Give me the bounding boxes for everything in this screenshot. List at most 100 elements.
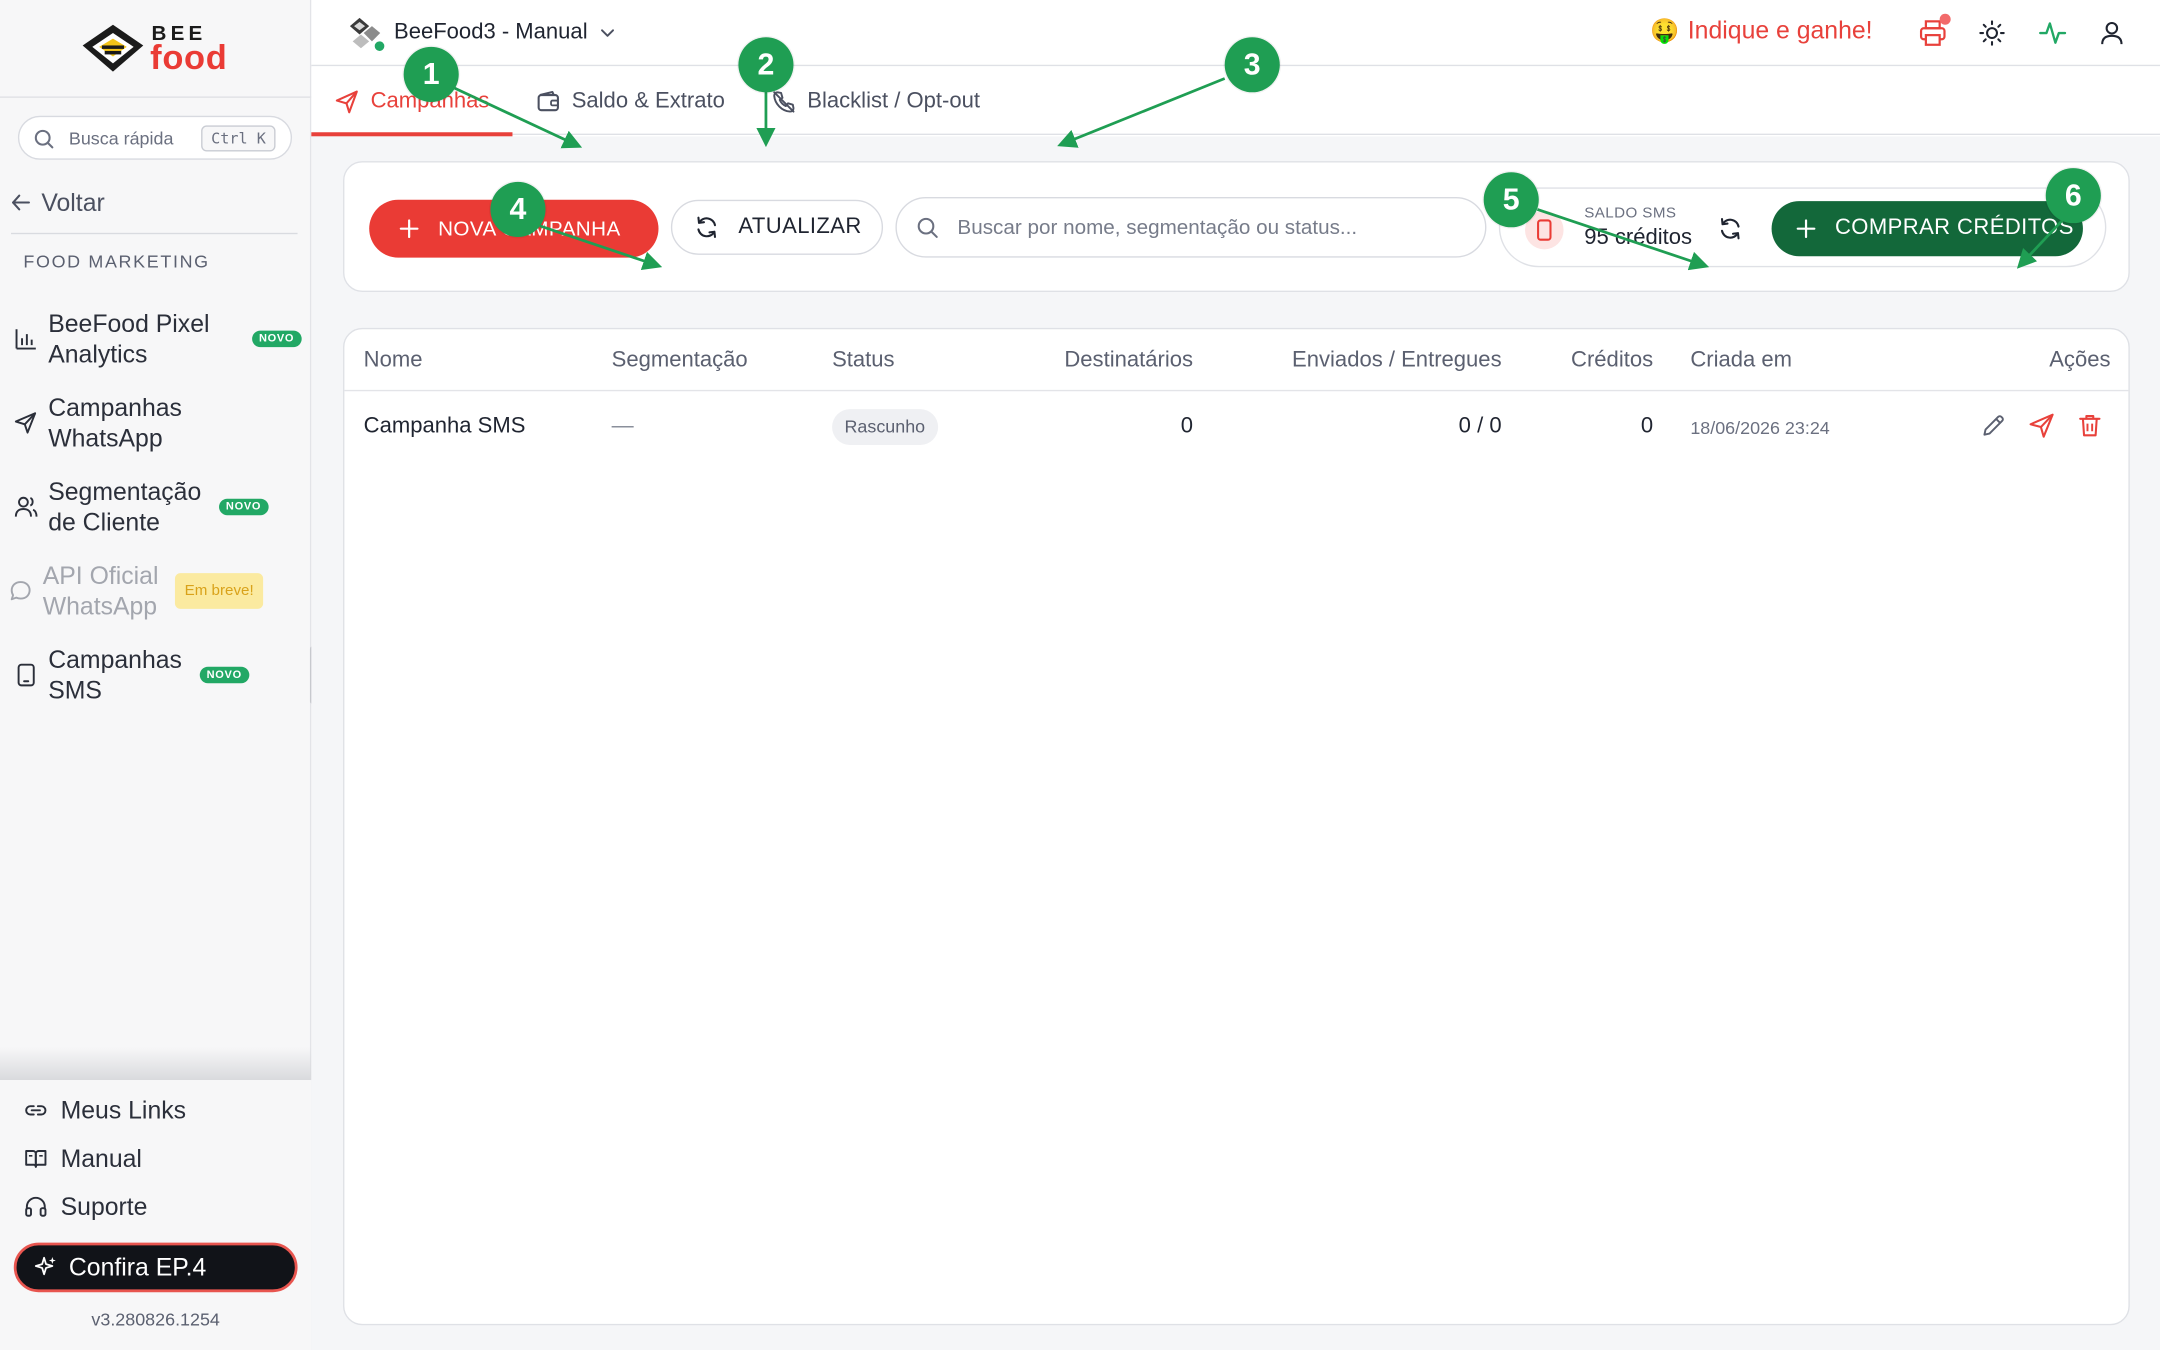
new-badge: NOVO [252,330,302,348]
sidebar-item-label: Segmentação de Cliente [48,478,202,536]
chevron-down-icon [600,29,614,37]
coming-soon-badge: Em breve! [174,573,264,609]
pencil-icon [1983,415,2004,436]
store-avatar [347,15,386,53]
tab-blacklist-optout[interactable]: Blacklist / Opt-out [748,68,1003,136]
column-header[interactable]: Destinatários [1064,349,1193,374]
tab-label: Campanhas [370,88,490,113]
column-header[interactable]: Segmentação [612,349,748,374]
column-header[interactable]: Status [832,349,894,374]
app-version: v3.280826.1254 [91,1308,220,1330]
balance-label: SALDO SMS [1584,205,1677,222]
refresh-icon [697,216,717,238]
main-content: NOVA CAMPANHA ATUALIZAR Buscar por nome,… [311,136,2160,1350]
balance-phone-badge [1525,210,1564,250]
confira-episode-button[interactable]: Confira EP.4 [13,1242,298,1293]
search-placeholder: Buscar por nome, segmentação ou status..… [957,216,1358,240]
beefood-logo[interactable]: BEE food [80,19,245,80]
app-root: BEE food Busca rápida Ctrl K Voltar FOOD… [0,0,2160,1350]
sidebar-item-whatsapp-campaigns[interactable]: Campanhas WhatsApp [11,390,303,456]
my-links-link[interactable]: Meus Links [23,1095,186,1125]
activity-button[interactable] [2037,18,2067,48]
referral-label: Indique e ganhe! [1687,16,1873,45]
user-icon [2101,21,2123,45]
sidebar-item-label: BeeFood Pixel Analytics [48,309,210,368]
refresh-label: ATUALIZAR [738,214,862,239]
store-name: BeeFood3 - Manual [393,20,588,45]
table-row[interactable]: Campanha SMS — Rascunho 0 0 / 0 0 18/06/… [344,393,2128,462]
new-campaign-button[interactable]: NOVA CAMPANHA [369,199,659,258]
bee-logo-icon [82,24,144,72]
money-face-icon: 🤑 [1650,17,1680,44]
buy-credits-button[interactable]: COMPRAR CRÉDITOS [1771,201,2083,257]
campaigns-table: Nome Segmentação Status Destinatários En… [343,327,2130,1326]
phone-icon [1537,219,1552,241]
send-campaign-button[interactable] [2028,412,2056,440]
sidebar-item-label: Campanhas WhatsApp [48,393,182,452]
arrow-left-icon [12,194,30,211]
plus-icon [1796,219,1816,239]
chat-icon [10,581,31,601]
confira-label: Confira EP.4 [68,1252,207,1281]
sparkles-icon [34,1256,56,1276]
back-button[interactable]: Voltar [11,187,105,217]
sidebar: BEE food Busca rápida Ctrl K Voltar FOOD… [0,0,316,1350]
column-header: Ações [2049,348,2111,372]
sidebar-item-official-whatsapp-api: API Oficial WhatsApp Em breve! [10,558,303,624]
quick-search-placeholder: Busca rápida [68,128,174,149]
users-icon [14,496,38,517]
search-icon [917,217,938,238]
search-icon [34,129,54,149]
bar-chart-icon [15,329,36,350]
column-header[interactable]: Créditos [1571,349,1653,374]
headset-icon [25,1196,47,1217]
link-icon [25,1105,47,1116]
printer-button[interactable] [1918,13,1951,48]
user-profile-button[interactable] [2097,18,2127,48]
activity-pulse-icon [2039,22,2067,44]
table-header: Nome Segmentação Status Destinatários En… [344,329,2129,392]
send-icon [335,89,358,113]
trash-icon [2079,415,2101,437]
sidebar-item-customer-segmentation[interactable]: Segmentação de Cliente NOVO [11,474,303,540]
manual-link[interactable]: Manual [23,1143,142,1173]
support-link[interactable]: Suporte [23,1192,147,1222]
campaign-search-input[interactable]: Buscar por nome, segmentação ou status..… [895,196,1487,258]
tab-label: Blacklist / Opt-out [807,88,980,113]
balance-value: 95 créditos [1584,225,1693,250]
new-badge: NOVO [219,498,269,516]
keyboard-shortcut-badge: Ctrl K [201,125,276,152]
edit-campaign-button[interactable] [1980,412,2008,440]
campaign-toolbar: NOVA CAMPANHA ATUALIZAR Buscar por nome,… [343,161,2130,293]
sidebar-item-pixel-analytics[interactable]: BeeFood Pixel Analytics NOVO [11,306,303,372]
wallet-icon [537,90,559,111]
refresh-button[interactable]: ATUALIZAR [670,199,884,255]
quick-search-input[interactable]: Busca rápida Ctrl K [17,115,293,160]
refresh-balance-icon[interactable] [1718,216,1743,241]
tab-label: Saldo & Extrato [571,88,725,113]
tab-balance-statement[interactable]: Saldo & Extrato [512,68,748,136]
notification-dot [1939,13,1951,25]
delete-campaign-button[interactable] [2076,412,2104,440]
campaign-name: Campanha SMS [363,414,526,439]
online-status-dot [373,39,386,53]
sms-balance-widget: SALDO SMS 95 créditos COMPRAR CRÉDITOS [1498,187,2107,268]
campaign-recipients: 0 [1180,414,1194,439]
column-header[interactable]: Enviados / Entregues [1292,349,1502,374]
logo-text-food: food [150,38,228,78]
tab-campaigns[interactable]: Campanhas [311,68,514,137]
store-selector[interactable]: BeeFood3 - Manual [347,15,615,53]
new-campaign-label: NOVA CAMPANHA [438,216,621,241]
column-header[interactable]: Nome [364,349,423,374]
sidebar-divider [0,96,312,98]
send-icon [2029,413,2054,438]
campaign-created-at: 18/06/2026 23:24 [1690,417,1830,439]
referral-link[interactable]: 🤑 Indique e ganhe! [1650,17,1872,46]
theme-toggle-button[interactable] [1977,18,2007,48]
send-icon [14,412,37,434]
sidebar-item-sms-campaigns[interactable]: Campanhas SMS NOVO [11,642,303,708]
column-header[interactable]: Criada em [1690,349,1792,374]
sidebar-divider [11,232,298,235]
sidebar-fade [0,1046,312,1081]
bottom-link-label: Suporte [60,1192,148,1220]
